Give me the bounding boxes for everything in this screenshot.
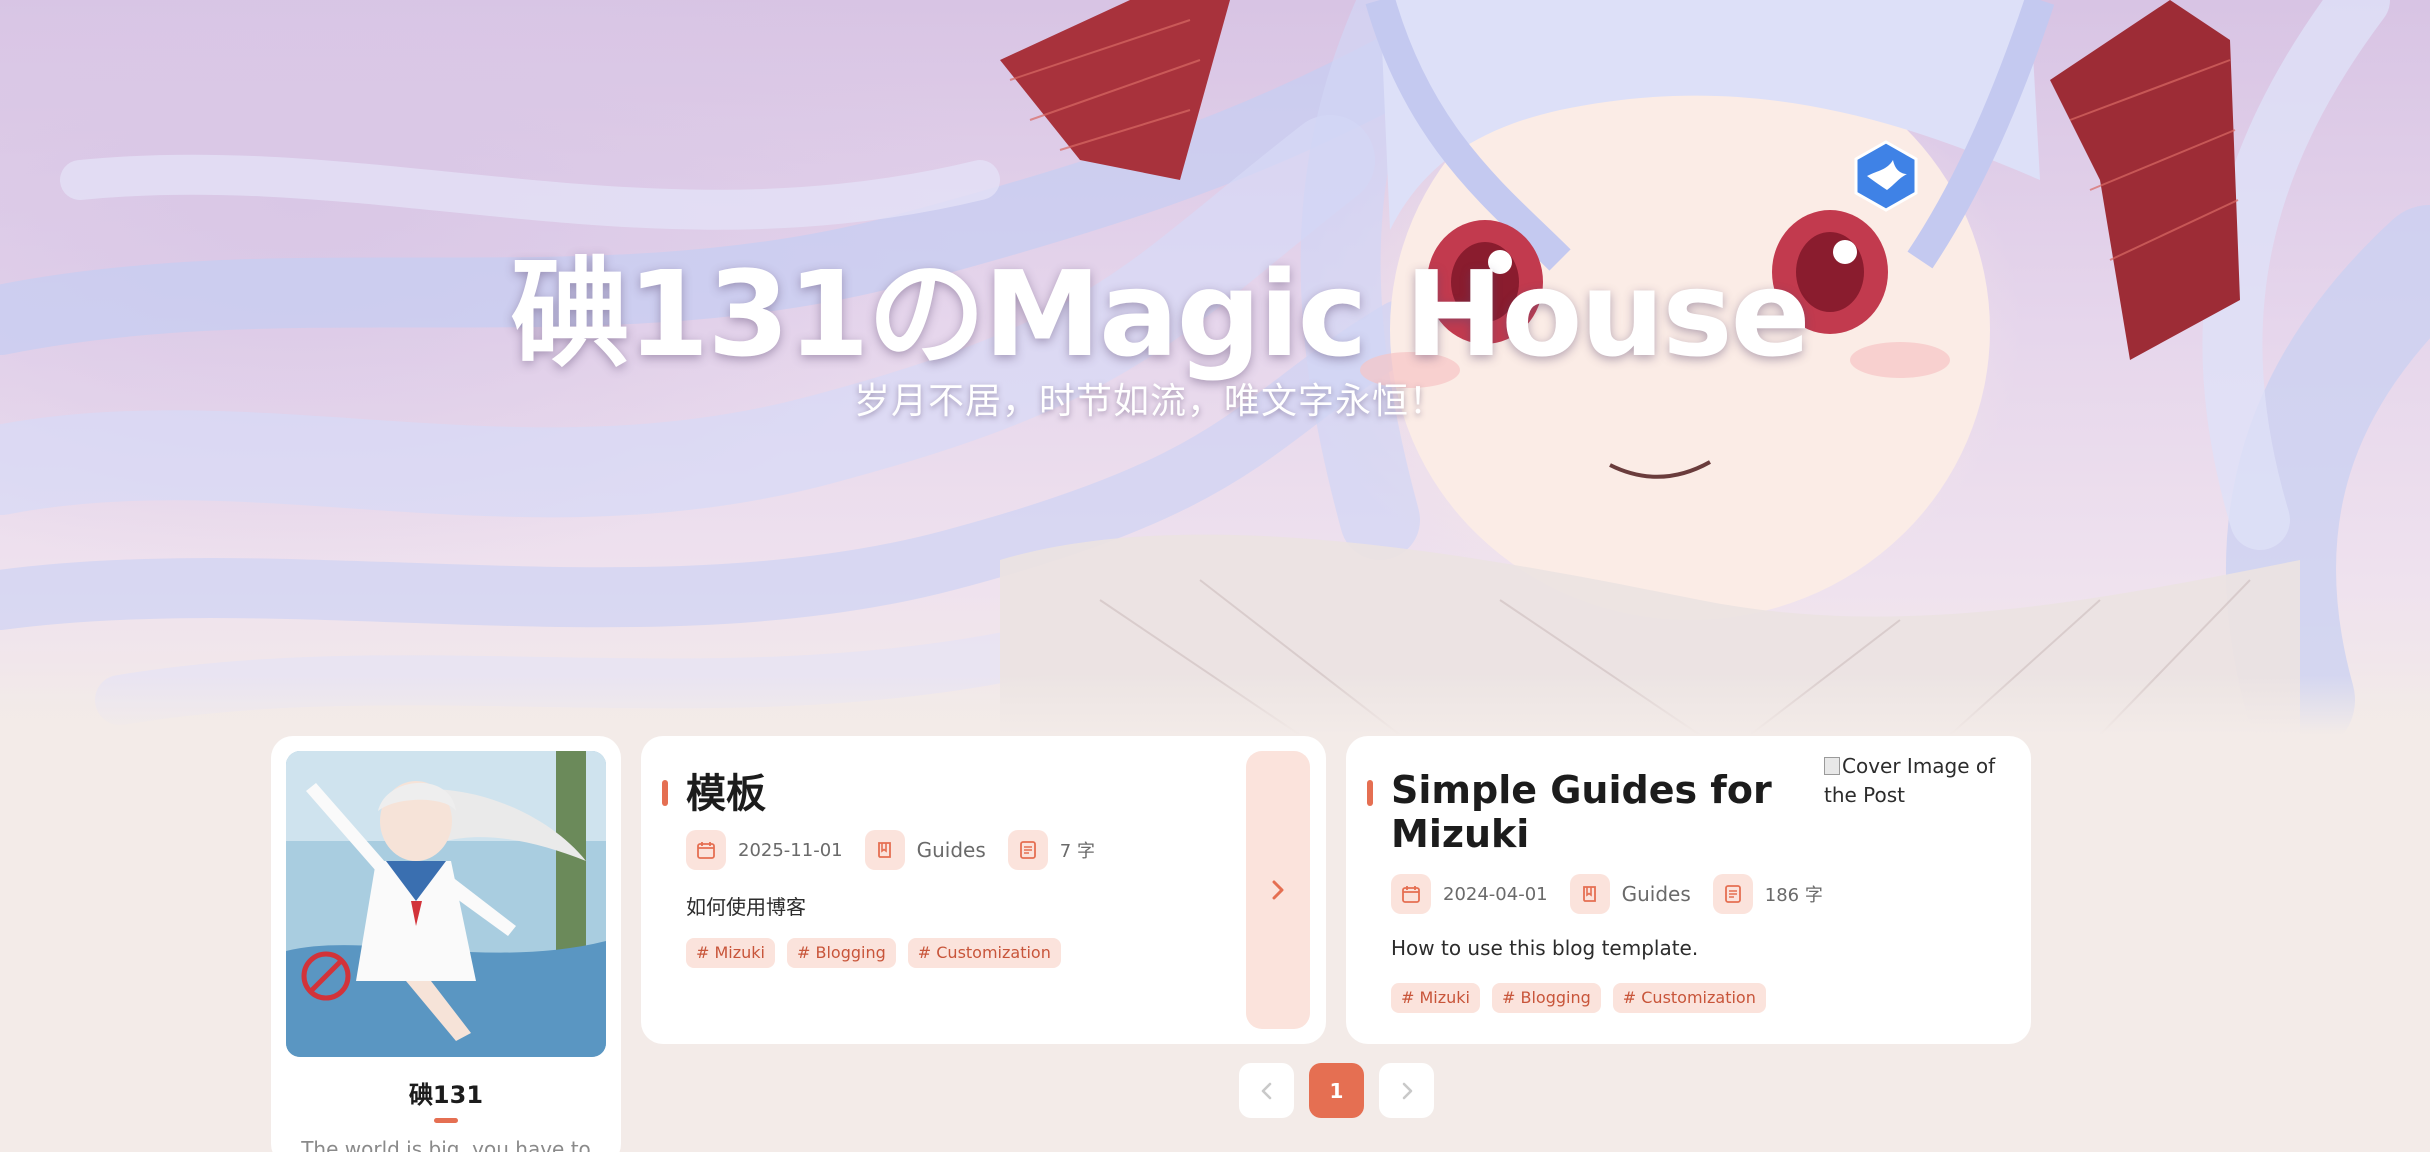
post-description: How to use this blog template. — [1391, 936, 1699, 960]
profile-bio: The world is big, you have to — [301, 1137, 591, 1152]
chevron-right-icon — [1272, 880, 1284, 900]
tag-blogging[interactable]: # Blogging — [787, 938, 896, 968]
profile-card: 碘131 The world is big, you have to — [271, 736, 621, 1152]
post-word-count: 186 字 — [1712, 874, 1823, 914]
tag-blogging[interactable]: # Blogging — [1492, 983, 1601, 1013]
post-word-count: 7 字 — [1007, 830, 1095, 870]
document-icon — [1007, 830, 1048, 870]
profile-name-underline — [434, 1118, 458, 1123]
prev-page-button[interactable] — [1239, 1063, 1294, 1118]
banner-fade — [0, 675, 2430, 735]
post-title[interactable]: Simple Guides for Mizuki — [1391, 768, 1791, 856]
post-title[interactable]: 模板 — [686, 772, 766, 816]
post-cover-image[interactable]: Cover Image of the Post — [1824, 752, 2014, 810]
site-title[interactable]: 碘131のMagic House — [0, 218, 2320, 389]
title-accent-bar — [1367, 780, 1373, 806]
enter-post-button[interactable] — [1246, 751, 1310, 1029]
post-date: 2025-11-01 — [686, 830, 843, 870]
post-tags: # Mizuki # Blogging # Customization — [1391, 983, 1778, 1013]
next-page-button[interactable] — [1379, 1063, 1434, 1118]
post-word-count-text: 186 字 — [1764, 885, 1823, 906]
tag-customization[interactable]: # Customization — [907, 938, 1061, 968]
document-icon — [1712, 874, 1753, 914]
book-icon — [864, 830, 905, 870]
book-icon — [1569, 874, 1610, 914]
avatar-illustration — [286, 751, 606, 1057]
pagination: 1 — [1239, 1063, 1449, 1118]
post-category[interactable]: Guides — [1569, 874, 1691, 914]
bird-hexagon-logo-icon[interactable] — [1853, 140, 1919, 212]
tag-customization[interactable]: # Customization — [1612, 983, 1766, 1013]
post-description: 如何使用博客 — [686, 895, 806, 919]
post-meta: 2025-11-01 Guides 7 字 — [686, 830, 1117, 870]
broken-image-icon — [1824, 757, 1840, 775]
post-category[interactable]: Guides — [864, 830, 986, 870]
post-card[interactable]: 模板 2025-11-01 Guides 7 字 如何使用博客 # Mizuki… — [641, 736, 1326, 1044]
post-meta: 2024-04-01 Guides 186 字 — [1391, 874, 1845, 914]
post-date-text: 2025-11-01 — [738, 839, 843, 861]
chevron-right-icon — [1402, 1082, 1412, 1099]
page-number-button[interactable]: 1 — [1309, 1063, 1364, 1118]
tag-mizuki[interactable]: # Mizuki — [1391, 983, 1480, 1013]
cover-alt-text: Cover Image of the Post — [1824, 754, 1996, 807]
hero-banner: 碘131のMagic House 岁月不居，时节如流，唯文字永恒！ — [0, 0, 2430, 735]
profile-name: 碘131 — [408, 1081, 484, 1109]
post-date: 2024-04-01 — [1391, 874, 1548, 914]
post-card[interactable]: Simple Guides for Mizuki 2024-04-01 Guid… — [1346, 736, 2031, 1044]
title-accent-bar — [662, 780, 668, 806]
post-word-count-text: 7 字 — [1059, 841, 1095, 862]
chevron-left-icon — [1261, 1082, 1271, 1099]
avatar[interactable] — [286, 751, 606, 1057]
site-subtitle: 岁月不居，时节如流，唯文字永恒！ — [853, 381, 1446, 422]
tag-mizuki[interactable]: # Mizuki — [686, 938, 775, 968]
calendar-icon — [686, 830, 726, 870]
post-date-text: 2024-04-01 — [1443, 883, 1548, 905]
post-tags: # Mizuki # Blogging # Customization — [686, 938, 1073, 968]
post-category-text[interactable]: Guides — [917, 838, 986, 862]
calendar-icon — [1391, 874, 1431, 914]
post-category-text[interactable]: Guides — [1622, 882, 1691, 906]
